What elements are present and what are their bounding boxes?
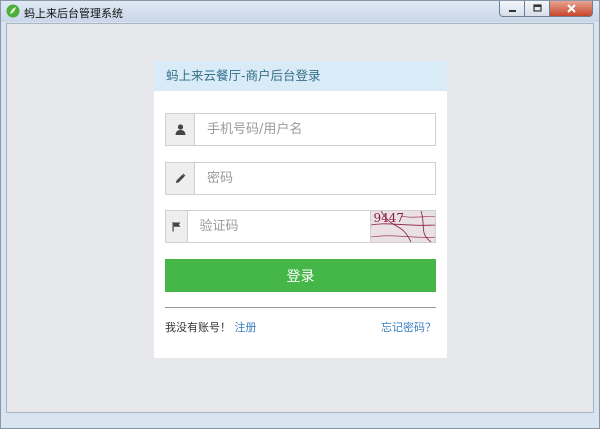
title-bar[interactable]: 蚂上来后台管理系统 bbox=[1, 1, 599, 22]
maximize-icon bbox=[532, 4, 542, 12]
captcha-text: 9447 bbox=[373, 211, 405, 225]
minimize-button[interactable] bbox=[499, 1, 525, 17]
flag-icon bbox=[172, 222, 181, 232]
register-link[interactable]: 注册 bbox=[235, 321, 257, 334]
login-card: 蚂上来云餐厅-商户后台登录 手机号码/用户名 验证码 9447 登录 我没有账号… bbox=[154, 61, 447, 358]
pencil-icon bbox=[175, 173, 185, 183]
username-addon bbox=[166, 114, 195, 145]
window-bottom-border bbox=[1, 414, 599, 428]
close-button[interactable] bbox=[550, 1, 593, 17]
user-icon bbox=[175, 124, 185, 135]
login-button[interactable]: 登录 bbox=[165, 259, 436, 292]
captcha-image[interactable]: 9447 bbox=[369, 211, 435, 242]
no-account-row: 我没有账号！ 注册 bbox=[165, 319, 257, 335]
forgot-password-link[interactable]: 忘记密码？ bbox=[381, 319, 436, 335]
app-window: 蚂上来后台管理系统 蚂上来云餐厅-商户后台登录 手机号码/用户名 验证码 944… bbox=[0, 0, 600, 429]
no-account-text: 我没有账号！ bbox=[165, 321, 231, 334]
captcha-field-group: 9447 bbox=[165, 210, 436, 243]
login-card-header: 蚂上来云餐厅-商户后台登录 bbox=[154, 61, 447, 91]
leaf-logo-icon bbox=[6, 4, 20, 18]
maximize-button[interactable] bbox=[525, 1, 550, 17]
divider bbox=[165, 307, 436, 308]
password-addon bbox=[166, 163, 195, 194]
password-input[interactable] bbox=[195, 163, 435, 194]
username-input[interactable] bbox=[195, 114, 435, 145]
minimize-icon bbox=[508, 10, 516, 12]
captcha-addon bbox=[166, 211, 188, 242]
username-field-group bbox=[165, 113, 436, 146]
password-field-group bbox=[165, 162, 436, 195]
window-title: 蚂上来后台管理系统 bbox=[24, 7, 123, 20]
captcha-input[interactable] bbox=[187, 211, 370, 242]
close-icon bbox=[566, 4, 576, 13]
